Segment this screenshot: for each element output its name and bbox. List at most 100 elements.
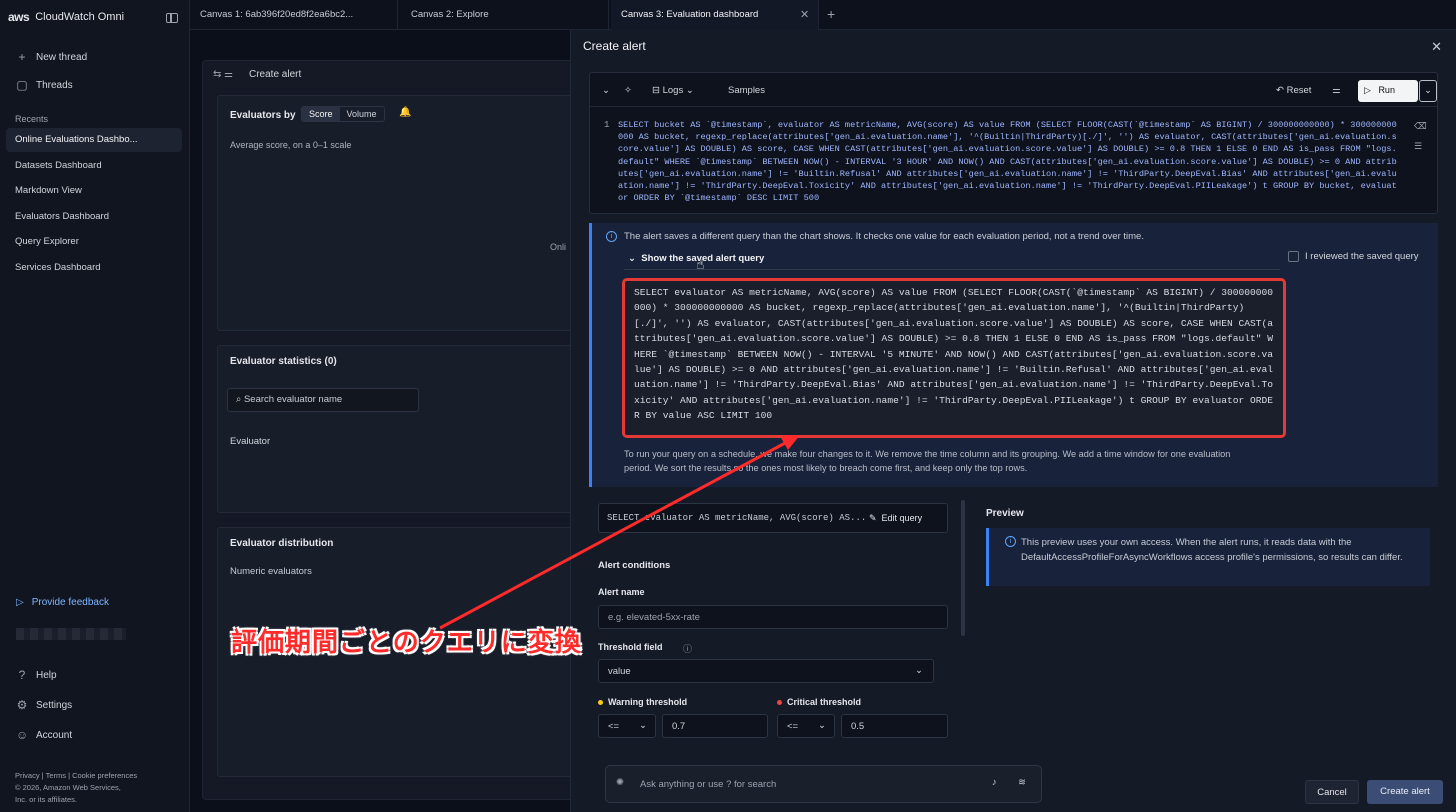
- edit-query-button[interactable]: ✎ Edit query: [869, 513, 922, 524]
- recent-item[interactable]: Datasets Dashboard: [15, 160, 102, 171]
- mouse-cursor-icon: ☝: [696, 256, 705, 272]
- footer-copyright-2: Inc. or its affiliates.: [15, 795, 77, 804]
- help-label: Help: [36, 669, 57, 681]
- collapse-sidebar-icon[interactable]: [166, 13, 178, 23]
- query-editor[interactable]: ⌄ ✧ ⊟ Logs ⌄ Samples ↶ Reset ⚌ ▷ Run ⌄ 1…: [589, 72, 1438, 214]
- eraser-icon[interactable]: ⌫: [1414, 121, 1427, 132]
- waveform-icon[interactable]: ≋: [1018, 777, 1026, 788]
- cancel-button[interactable]: Cancel: [1305, 780, 1359, 804]
- transformation-explanation: To run your query on a schedule, we make…: [624, 449, 1231, 473]
- chevron-down-icon[interactable]: ⌄: [602, 85, 610, 96]
- info-icon[interactable]: ⓘ: [683, 642, 692, 655]
- run-button[interactable]: ▷ Run: [1358, 80, 1418, 102]
- notice-message: The alert saves a different query than t…: [624, 231, 1144, 242]
- recent-item[interactable]: Online Evaluations Dashbo...: [6, 128, 182, 152]
- search-evaluator-input[interactable]: ⌕ Search evaluator name: [227, 388, 419, 412]
- samples-tab[interactable]: Samples: [728, 85, 765, 96]
- recent-item[interactable]: Services Dashboard: [15, 262, 101, 273]
- logs-selector[interactable]: ⊟ Logs ⌄: [652, 85, 694, 96]
- evaluator-statistics-card: Evaluator statistics (0) Evaluator: [217, 345, 577, 513]
- settings-button[interactable]: ⚙ Settings: [16, 698, 73, 712]
- threshold-field-select[interactable]: value ⌄: [598, 659, 934, 683]
- preview-notice: i This preview uses your own access. Whe…: [986, 528, 1430, 586]
- checkbox-icon[interactable]: [1288, 251, 1299, 262]
- provide-feedback-button[interactable]: ▷ Provide feedback: [16, 597, 109, 608]
- bell-icon[interactable]: 🔔: [399, 107, 411, 118]
- critical-threshold-label: Critical threshold: [777, 697, 861, 707]
- footer-copyright: © 2026, Amazon Web Services,: [15, 783, 121, 792]
- help-button[interactable]: ? Help: [16, 668, 57, 682]
- format-icon[interactable]: ☰: [1414, 141, 1422, 152]
- warning-threshold-input[interactable]: 0.7: [662, 714, 768, 738]
- close-tab-icon[interactable]: ✕: [800, 8, 809, 21]
- user-icon: ☺: [16, 728, 29, 742]
- footer: Privacy | Terms | Cookie preferences © 2…: [15, 770, 137, 806]
- avg-score-caption: Average score, on a 0–1 scale: [230, 140, 352, 150]
- preview-message: This preview uses your own access. When …: [1021, 537, 1403, 563]
- plus-icon: +: [18, 50, 26, 64]
- critical-operator-select[interactable]: <= ⌄: [777, 714, 835, 738]
- sparkle-icon[interactable]: ✧: [624, 85, 632, 96]
- account-button[interactable]: ☺ Account: [16, 728, 72, 742]
- editor-toolbar: ⌄ ✧ ⊟ Logs ⌄ Samples ↶ Reset ⚌ ▷ Run ⌄: [590, 73, 1437, 107]
- account-label: Account: [36, 729, 73, 741]
- reviewed-checkbox[interactable]: I reviewed the saved query: [1288, 251, 1419, 262]
- volume-toggle[interactable]: Volume: [340, 107, 384, 121]
- tab-canvas-2[interactable]: Canvas 2: Explore: [401, 0, 609, 30]
- reset-button[interactable]: ↶ Reset: [1276, 85, 1311, 96]
- assistant-icon: ✺: [616, 777, 624, 788]
- ask-input[interactable]: ✺ Ask anything or use ? for search ♪ ≋: [605, 765, 1042, 803]
- critical-dot-icon: [777, 700, 782, 706]
- reviewed-label: I reviewed the saved query: [1305, 251, 1419, 262]
- scrollbar[interactable]: [961, 500, 965, 636]
- tab-canvas-3[interactable]: Canvas 3: Evaluation dashboard: [611, 0, 819, 30]
- distribution-title: Evaluator distribution: [230, 538, 334, 549]
- close-icon[interactable]: ✕: [1431, 39, 1442, 55]
- chevron-down-icon: ⌄: [818, 720, 826, 731]
- divider: [624, 269, 1280, 270]
- run-options-chevron-icon[interactable]: ⌄: [1419, 80, 1437, 102]
- create-alert-button[interactable]: Create alert: [1367, 780, 1443, 804]
- aws-logo: aws: [8, 10, 30, 24]
- settings-label: Settings: [36, 699, 73, 711]
- tab-bar: Canvas 1: 6ab396f20ed8f2ea6bc2... Canvas…: [190, 0, 1456, 30]
- chat-bubble-icon: ▢: [16, 78, 28, 92]
- new-tab-icon[interactable]: +: [827, 6, 835, 22]
- critical-label-text: Critical threshold: [787, 697, 862, 707]
- warning-dot-icon: [598, 700, 603, 706]
- feedback-icon: ▷: [16, 597, 24, 608]
- sliders-icon: ⇆ ⚌: [213, 69, 234, 80]
- new-thread-button[interactable]: + New thread: [16, 50, 87, 64]
- warning-label-text: Warning threshold: [608, 697, 688, 707]
- ask-placeholder: Ask anything or use ? for search: [640, 779, 777, 790]
- sidebar: aws CloudWatch Omni + New thread ▢ Threa…: [0, 0, 190, 812]
- saved-alert-query: SELECT evaluator AS metricName, AVG(scor…: [622, 278, 1286, 438]
- help-icon: ?: [18, 668, 26, 682]
- search-icon: ⌕: [236, 394, 244, 405]
- settings-sliders-icon[interactable]: ⚌: [1332, 85, 1341, 96]
- footer-links[interactable]: Privacy | Terms | Cookie preferences: [15, 770, 137, 782]
- info-icon: i: [606, 231, 617, 242]
- recent-item[interactable]: Evaluators Dashboard: [15, 211, 109, 222]
- critical-threshold-input[interactable]: 0.5: [841, 714, 948, 738]
- brand[interactable]: aws CloudWatch Omni: [8, 10, 124, 24]
- warning-threshold-label: Warning threshold: [598, 697, 687, 707]
- app-name: CloudWatch Omni: [35, 11, 125, 23]
- score-volume-toggle[interactable]: Score Volume: [301, 106, 385, 122]
- feedback-label: Provide feedback: [31, 597, 109, 608]
- query-code[interactable]: SELECT bucket AS `@timestamp`, evaluator…: [618, 119, 1398, 204]
- threads-button[interactable]: ▢ Threads: [16, 78, 72, 92]
- score-toggle[interactable]: Score: [302, 107, 340, 121]
- warning-operator-select[interactable]: <= ⌄: [598, 714, 656, 738]
- tab-canvas-1[interactable]: Canvas 1: 6ab396f20ed8f2ea6bc2...: [190, 0, 398, 30]
- recent-item[interactable]: Query Explorer: [15, 236, 79, 247]
- gear-icon: ⚙: [16, 698, 28, 712]
- run-label: Run: [1378, 85, 1395, 95]
- microphone-icon[interactable]: ♪: [992, 777, 997, 788]
- recent-item[interactable]: Markdown View: [15, 185, 82, 196]
- stats-title: Evaluator statistics (0): [230, 356, 337, 367]
- alert-name-input[interactable]: e.g. elevated-5xx-rate: [598, 605, 948, 629]
- critical-op: <=: [787, 721, 799, 732]
- threshold-field-label: Threshold field: [598, 642, 663, 652]
- create-alert-modal: Create alert ✕ ⌄ ✧ ⊟ Logs ⌄ Samples ↶ Re…: [570, 30, 1456, 812]
